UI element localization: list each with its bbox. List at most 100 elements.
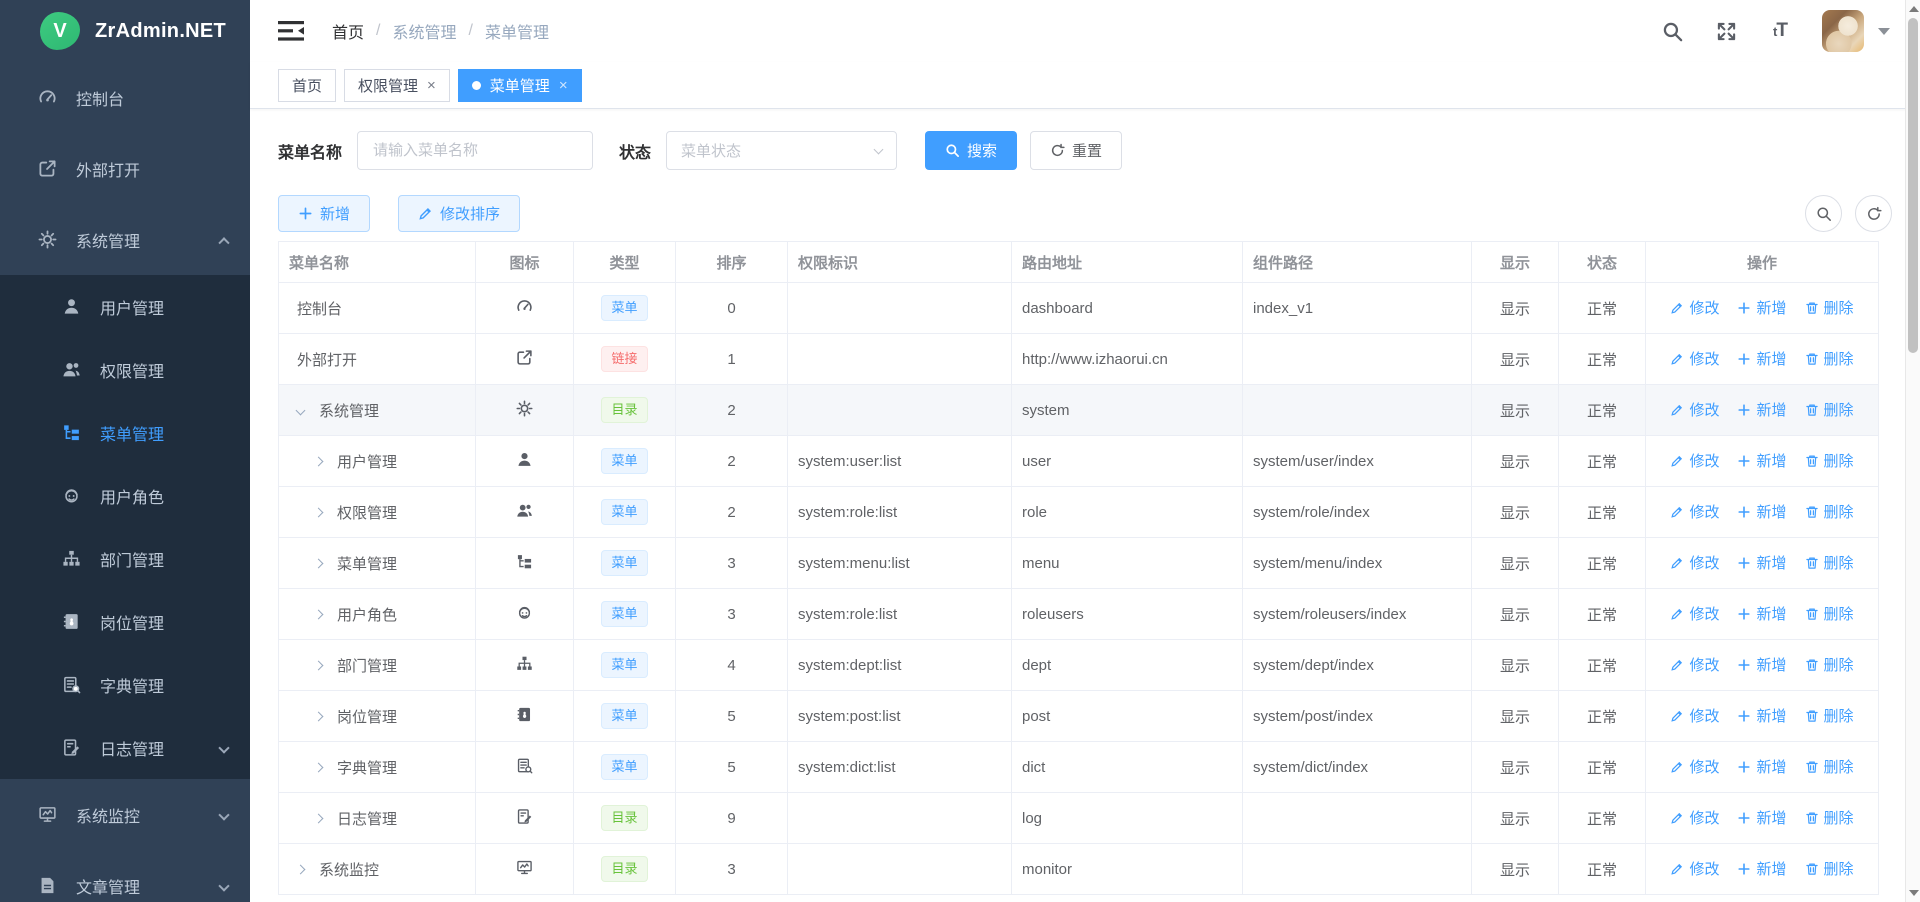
table-row[interactable]: 日志管理目录9log显示正常修改新增删除 — [279, 793, 1879, 844]
row-add-link[interactable]: 新增 — [1737, 858, 1786, 879]
table-row[interactable]: 岗位管理菜单5system:post:listpostsystem/post/i… — [279, 691, 1879, 742]
row-edit-link[interactable]: 修改 — [1670, 501, 1719, 522]
sidebar-item-tree[interactable]: 菜单管理 — [0, 401, 250, 464]
row-expand-right-icon[interactable] — [315, 662, 337, 669]
row-edit-link[interactable]: 修改 — [1670, 807, 1719, 828]
row-edit-link[interactable]: 修改 — [1670, 552, 1719, 573]
breadcrumb-item[interactable]: 首页 — [332, 19, 364, 43]
row-edit-link[interactable]: 修改 — [1670, 603, 1719, 624]
row-delete-link[interactable]: 删除 — [1805, 399, 1854, 420]
tab-首页[interactable]: 首页 — [278, 69, 336, 102]
row-delete-link[interactable]: 删除 — [1805, 756, 1854, 777]
sort-edit-button[interactable]: 修改排序 — [398, 195, 520, 232]
row-edit-link[interactable]: 修改 — [1670, 399, 1719, 420]
tab-权限管理[interactable]: 权限管理× — [344, 69, 450, 102]
cell-route: post — [1012, 691, 1243, 742]
row-add-link[interactable]: 新增 — [1737, 399, 1786, 420]
table-row[interactable]: 菜单管理菜单3system:menu:listmenusystem/menu/i… — [279, 538, 1879, 589]
row-add-link[interactable]: 新增 — [1737, 552, 1786, 573]
row-expand-right-icon[interactable] — [315, 713, 337, 720]
sidebar-item-monitor[interactable]: 系统监控 — [0, 779, 250, 850]
sidebar-item-label: 系统监控 — [76, 803, 140, 827]
row-add-link[interactable]: 新增 — [1737, 756, 1786, 777]
row-add-link[interactable]: 新增 — [1737, 603, 1786, 624]
row-delete-link[interactable]: 删除 — [1805, 450, 1854, 471]
font-size-icon[interactable]: tT — [1768, 19, 1792, 43]
row-delete-link[interactable]: 删除 — [1805, 501, 1854, 522]
user-avatar[interactable] — [1822, 10, 1864, 52]
row-delete-link[interactable]: 删除 — [1805, 603, 1854, 624]
row-expand-right-icon[interactable] — [315, 560, 337, 567]
search-button[interactable]: 搜索 — [925, 131, 1017, 170]
scrollbar-up-arrow-icon[interactable] — [1909, 6, 1919, 12]
sidebar-item-dict[interactable]: 字典管理 — [0, 653, 250, 716]
table-row[interactable]: 用户管理菜单2system:user:listusersystem/user/i… — [279, 436, 1879, 487]
caret-down-icon[interactable] — [1878, 28, 1890, 35]
table-row[interactable]: 系统管理目录2system显示正常修改新增删除 — [279, 385, 1879, 436]
sidebar-item-users[interactable]: 权限管理 — [0, 338, 250, 401]
app-logo[interactable]: V ZrAdmin.NET — [0, 0, 250, 62]
row-expand-right-icon[interactable] — [315, 509, 337, 516]
cell-status: 正常 — [1559, 640, 1646, 691]
row-edit-link[interactable]: 修改 — [1670, 858, 1719, 879]
row-edit-link[interactable]: 修改 — [1670, 450, 1719, 471]
sidebar-item-post[interactable]: 岗位管理 — [0, 590, 250, 653]
table-row[interactable]: 外部打开链接1http://www.izhaorui.cn显示正常修改新增删除 — [279, 334, 1879, 385]
row-add-link[interactable]: 新增 — [1737, 654, 1786, 675]
row-expand-right-icon[interactable] — [315, 764, 337, 771]
sidebar-item-document[interactable]: 文章管理 — [0, 850, 250, 902]
sidebar-item-robot[interactable]: 用户角色 — [0, 464, 250, 527]
row-add-link[interactable]: 新增 — [1737, 348, 1786, 369]
sidebar-item-dashboard[interactable]: 控制台 — [0, 62, 250, 133]
sidebar-item-sitemap[interactable]: 部门管理 — [0, 527, 250, 590]
row-delete-link[interactable]: 删除 — [1805, 807, 1854, 828]
sidebar-menu: 控制台外部打开系统管理用户管理权限管理菜单管理用户角色部门管理岗位管理字典管理日… — [0, 62, 250, 902]
row-add-link[interactable]: 新增 — [1737, 297, 1786, 318]
row-edit-link[interactable]: 修改 — [1670, 654, 1719, 675]
row-expand-right-icon[interactable] — [297, 866, 319, 873]
row-delete-link[interactable]: 删除 — [1805, 654, 1854, 675]
row-expand-right-icon[interactable] — [315, 458, 337, 465]
table-row[interactable]: 字典管理菜单5system:dict:listdictsystem/dict/i… — [279, 742, 1879, 793]
row-expand-down-icon[interactable] — [297, 407, 319, 414]
row-add-link[interactable]: 新增 — [1737, 501, 1786, 522]
scrollbar-thumb[interactable] — [1908, 18, 1918, 353]
menu-name-input[interactable] — [357, 131, 593, 170]
add-button[interactable]: 新增 — [278, 195, 370, 232]
row-add-link[interactable]: 新增 — [1737, 450, 1786, 471]
table-row[interactable]: 控制台菜单0dashboardindex_v1显示正常修改新增删除 — [279, 283, 1879, 334]
row-edit-link[interactable]: 修改 — [1670, 705, 1719, 726]
scrollbar-down-arrow-icon[interactable] — [1909, 890, 1919, 896]
row-add-link[interactable]: 新增 — [1737, 807, 1786, 828]
row-delete-link[interactable]: 删除 — [1805, 858, 1854, 879]
tab-close-icon[interactable]: × — [559, 77, 568, 94]
table-row[interactable]: 权限管理菜单2system:role:listrolesystem/role/i… — [279, 487, 1879, 538]
row-expand-right-icon[interactable] — [315, 611, 337, 618]
row-expand-right-icon[interactable] — [315, 815, 337, 822]
row-delete-link[interactable]: 删除 — [1805, 705, 1854, 726]
row-edit-link[interactable]: 修改 — [1670, 756, 1719, 777]
sidebar-item-external-link[interactable]: 外部打开 — [0, 133, 250, 204]
fullscreen-icon[interactable] — [1714, 19, 1738, 43]
show-search-button[interactable] — [1805, 195, 1842, 232]
row-delete-link[interactable]: 删除 — [1805, 297, 1854, 318]
row-edit-link[interactable]: 修改 — [1670, 348, 1719, 369]
table-row[interactable]: 系统监控目录3monitor显示正常修改新增删除 — [279, 844, 1879, 895]
table-row[interactable]: 用户角色菜单3system:role:listroleuserssystem/r… — [279, 589, 1879, 640]
sidebar-item-gear[interactable]: 系统管理 — [0, 204, 250, 275]
row-add-link[interactable]: 新增 — [1737, 705, 1786, 726]
sidebar-item-user[interactable]: 用户管理 — [0, 275, 250, 338]
refresh-button[interactable] — [1855, 195, 1892, 232]
tab-菜单管理[interactable]: 菜单管理× — [458, 69, 582, 102]
sidebar-item-log[interactable]: 日志管理 — [0, 716, 250, 779]
status-select[interactable]: 菜单状态 — [666, 131, 897, 170]
table-row[interactable]: 部门管理菜单4system:dept:listdeptsystem/dept/i… — [279, 640, 1879, 691]
search-icon[interactable] — [1660, 19, 1684, 43]
row-edit-link[interactable]: 修改 — [1670, 297, 1719, 318]
row-delete-link[interactable]: 删除 — [1805, 552, 1854, 573]
sidebar-collapse-icon[interactable] — [278, 20, 304, 42]
reset-button[interactable]: 重置 — [1030, 131, 1122, 170]
page-scrollbar[interactable] — [1905, 0, 1920, 902]
row-delete-link[interactable]: 删除 — [1805, 348, 1854, 369]
tab-close-icon[interactable]: × — [427, 77, 436, 94]
